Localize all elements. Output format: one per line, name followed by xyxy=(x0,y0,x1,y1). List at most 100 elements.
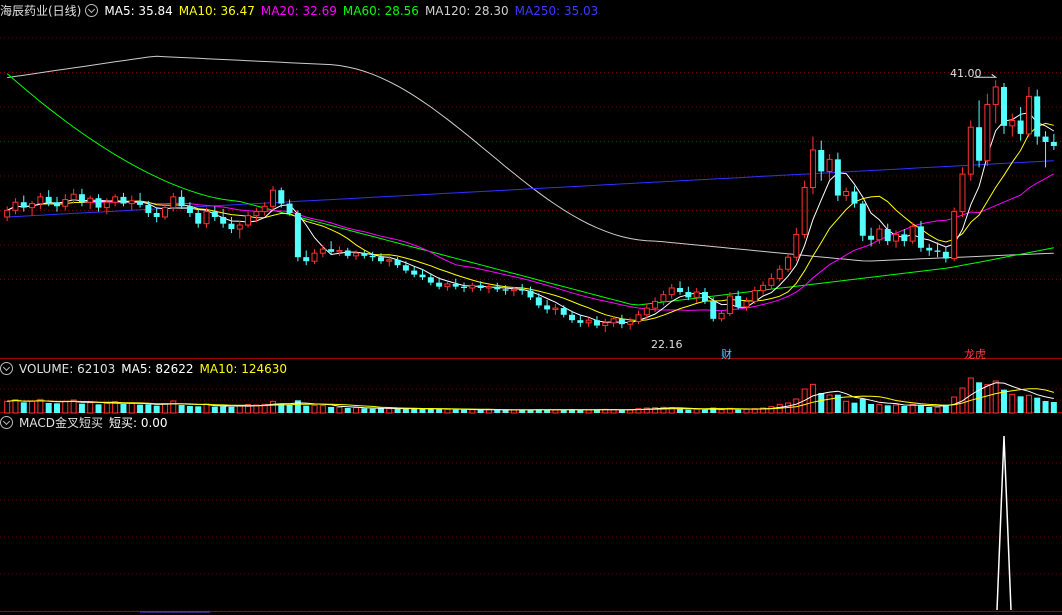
candle-body xyxy=(12,201,19,211)
candle-body xyxy=(377,257,384,262)
candle-body xyxy=(851,191,858,204)
finance-marker[interactable]: 财 xyxy=(721,346,732,362)
volume-bar xyxy=(552,409,559,414)
macd-signal-spike xyxy=(996,435,1012,611)
volume-bar xyxy=(444,408,451,414)
volume-bar xyxy=(934,406,941,414)
volume-bar xyxy=(701,409,708,413)
candle-body xyxy=(1042,136,1049,142)
candle-body xyxy=(818,149,825,172)
candle-body xyxy=(228,223,235,230)
dragon-tiger-marker[interactable]: 龙虎 xyxy=(964,346,986,362)
chevron-down-icon[interactable] xyxy=(0,362,13,375)
candle-body xyxy=(137,200,144,205)
candle-body xyxy=(178,196,185,207)
volume-bar xyxy=(286,404,293,413)
candle-body xyxy=(760,284,767,292)
volume-bar xyxy=(502,410,509,413)
candle-body xyxy=(128,200,135,205)
volume-bar xyxy=(95,404,102,413)
candle-body xyxy=(1017,120,1024,134)
volume-bar xyxy=(78,403,85,413)
ma10-legend: MA10: 36.47 xyxy=(178,4,255,18)
candle-body xyxy=(809,149,816,188)
volume-bar xyxy=(120,404,127,413)
candle-body xyxy=(1025,95,1032,135)
candle-body xyxy=(685,292,692,298)
volume-title: VOLUME: 62103 xyxy=(19,362,116,376)
macd-title: MACD金叉短买 xyxy=(19,416,103,430)
candle-body xyxy=(1050,141,1057,146)
candle-body xyxy=(560,308,567,315)
candle-body xyxy=(203,211,210,225)
candle-body xyxy=(45,196,52,203)
candle-body xyxy=(618,318,625,325)
candle-body xyxy=(693,291,700,298)
candle-body xyxy=(768,278,775,286)
ma120-line xyxy=(7,55,1054,262)
candle-body xyxy=(652,300,659,309)
candle-body xyxy=(901,234,908,242)
candle-body xyxy=(20,202,27,208)
volume-bar xyxy=(419,409,426,413)
candle-body xyxy=(917,226,924,248)
price-panel-header: 海辰药业(日线) MA5: 35.84 MA10: 36.47 MA20: 32.69… xyxy=(0,3,604,19)
volume-bar xyxy=(876,404,883,414)
candle-body xyxy=(419,274,426,278)
volume-bar xyxy=(677,409,684,413)
candle-body xyxy=(369,255,376,258)
volume-bar xyxy=(1050,402,1057,413)
volume-bar xyxy=(353,407,360,414)
candle-body xyxy=(103,201,110,209)
candle-body xyxy=(353,252,360,257)
volume-bar xyxy=(203,403,210,414)
volume-bar xyxy=(178,405,185,413)
candle-body xyxy=(444,283,451,288)
candle-body xyxy=(502,289,509,291)
macd-panel-header: MACD金叉短买 短买: 0.00 xyxy=(0,415,174,431)
volume-bar xyxy=(4,400,11,414)
candle-body xyxy=(54,202,60,207)
candle-body xyxy=(776,268,783,280)
candle-body xyxy=(843,191,850,197)
candle-body xyxy=(976,127,983,161)
candle-body xyxy=(967,126,974,175)
volume-bar xyxy=(344,408,351,413)
volume-bar xyxy=(228,407,235,413)
volume-bar xyxy=(477,410,484,413)
volume-bar xyxy=(153,405,160,413)
candle-body xyxy=(535,297,542,306)
candle-body xyxy=(411,270,418,275)
volume-bar xyxy=(45,403,52,413)
ma250-legend: MA250: 35.03 xyxy=(514,4,599,18)
candle-body xyxy=(785,256,792,270)
candle-body xyxy=(868,235,875,240)
candle-body xyxy=(261,205,268,213)
volume-bar xyxy=(128,402,135,414)
candle-body xyxy=(660,294,667,302)
candle-body xyxy=(236,224,243,230)
ma120-legend: MA120: 28.30 xyxy=(424,4,509,18)
volume-bar xyxy=(411,408,418,413)
candle-body xyxy=(161,207,168,218)
volume-bar xyxy=(693,408,700,414)
price-title: 海辰药业(日线) xyxy=(0,4,82,18)
volume-bar xyxy=(336,406,343,414)
volume-bar xyxy=(917,405,924,413)
candle-body xyxy=(186,206,193,213)
candle-body xyxy=(793,233,800,258)
volume-bar xyxy=(195,406,202,413)
ma5-legend: MA5: 35.84 xyxy=(104,4,173,18)
volume-bar xyxy=(461,409,468,413)
volume-bar xyxy=(585,409,592,414)
volume-bar xyxy=(436,409,443,413)
volume-bar xyxy=(269,400,276,414)
volume-bar xyxy=(992,380,999,414)
volume-bar xyxy=(54,403,60,413)
chevron-down-icon[interactable] xyxy=(85,4,99,17)
chevron-down-icon[interactable] xyxy=(0,416,13,429)
candle-body xyxy=(120,196,127,204)
volume-bar xyxy=(137,404,144,413)
candle-body xyxy=(909,225,916,242)
volume-bar xyxy=(386,408,393,414)
